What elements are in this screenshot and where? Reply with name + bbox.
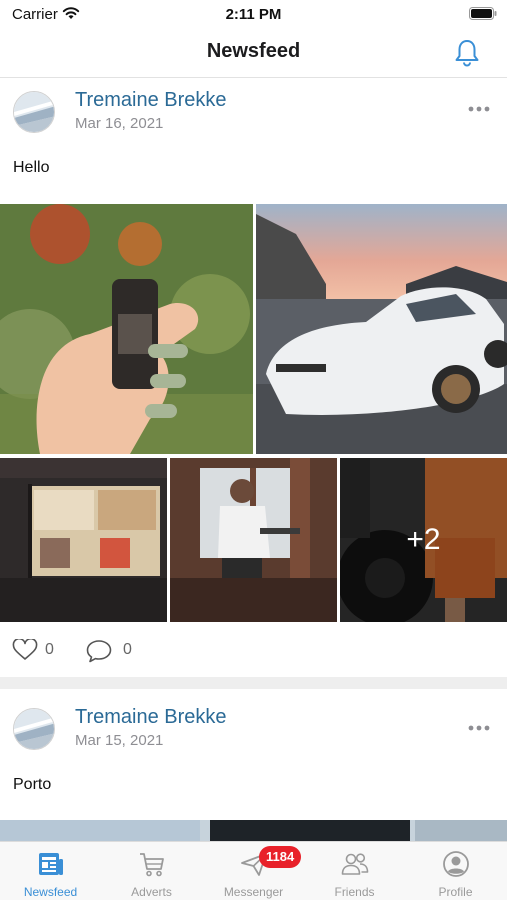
tab-label: Newsfeed	[23, 885, 78, 899]
post-separator	[0, 677, 507, 689]
newsfeed-list[interactable]: Tremaine Brekke Mar 16, 2021 Hello +2 0 …	[0, 79, 507, 841]
post-date: Mar 15, 2021	[75, 732, 164, 749]
post-image-3[interactable]	[0, 458, 167, 622]
post-card: Tremaine Brekke Mar 15, 2021 Porto	[0, 689, 507, 841]
post-date: Mar 16, 2021	[75, 115, 164, 132]
clock-time: 2:11 PM	[225, 6, 282, 23]
post-text: Hello	[13, 159, 50, 176]
post-image-2[interactable]	[256, 204, 507, 454]
battery-icon	[469, 7, 497, 20]
unread-badge: 1184	[259, 846, 302, 868]
tab-friends[interactable]: Friends	[304, 842, 405, 900]
more-options-icon[interactable]	[468, 724, 490, 732]
profile-icon	[443, 851, 469, 877]
like-count: 0	[45, 641, 54, 658]
tab-messenger[interactable]: 1184 Messenger	[203, 842, 304, 900]
cart-icon	[140, 853, 164, 877]
status-bar: Carrier 2:11 PM	[0, 0, 507, 28]
tab-label: Messenger	[223, 885, 284, 899]
avatar[interactable]	[13, 708, 55, 750]
tab-label: Friends	[334, 885, 375, 899]
author-name[interactable]: Tremaine Brekke	[75, 89, 227, 112]
post-image-1[interactable]	[0, 204, 253, 454]
author-name[interactable]: Tremaine Brekke	[75, 706, 227, 729]
post-image-4[interactable]	[170, 458, 337, 622]
page-title: Newsfeed	[206, 40, 301, 62]
heart-icon[interactable]	[12, 639, 38, 661]
more-options-icon[interactable]	[468, 105, 490, 113]
tab-newsfeed[interactable]: Newsfeed	[0, 842, 101, 900]
nav-bar: Newsfeed	[0, 28, 507, 78]
tab-adverts[interactable]: Adverts	[101, 842, 202, 900]
post-image-1[interactable]	[0, 820, 507, 841]
avatar[interactable]	[13, 91, 55, 133]
comment-icon[interactable]	[86, 639, 112, 663]
reactions-row: 0 0	[12, 637, 312, 663]
newspaper-icon	[39, 853, 63, 875]
post-image-5[interactable]: +2	[340, 458, 507, 622]
tab-bar: Newsfeed Adverts 1184 Messenger Friends	[0, 841, 507, 900]
post-text: Porto	[13, 776, 52, 793]
tab-label: Profile	[438, 885, 473, 899]
tab-profile[interactable]: Profile	[405, 842, 506, 900]
people-icon	[341, 853, 369, 875]
post-card: Tremaine Brekke Mar 16, 2021 Hello +2 0 …	[0, 79, 507, 677]
more-images-overlay[interactable]: +2	[340, 458, 507, 622]
bell-icon[interactable]	[453, 38, 481, 68]
comment-count: 0	[123, 641, 132, 658]
tab-label: Adverts	[131, 885, 172, 899]
